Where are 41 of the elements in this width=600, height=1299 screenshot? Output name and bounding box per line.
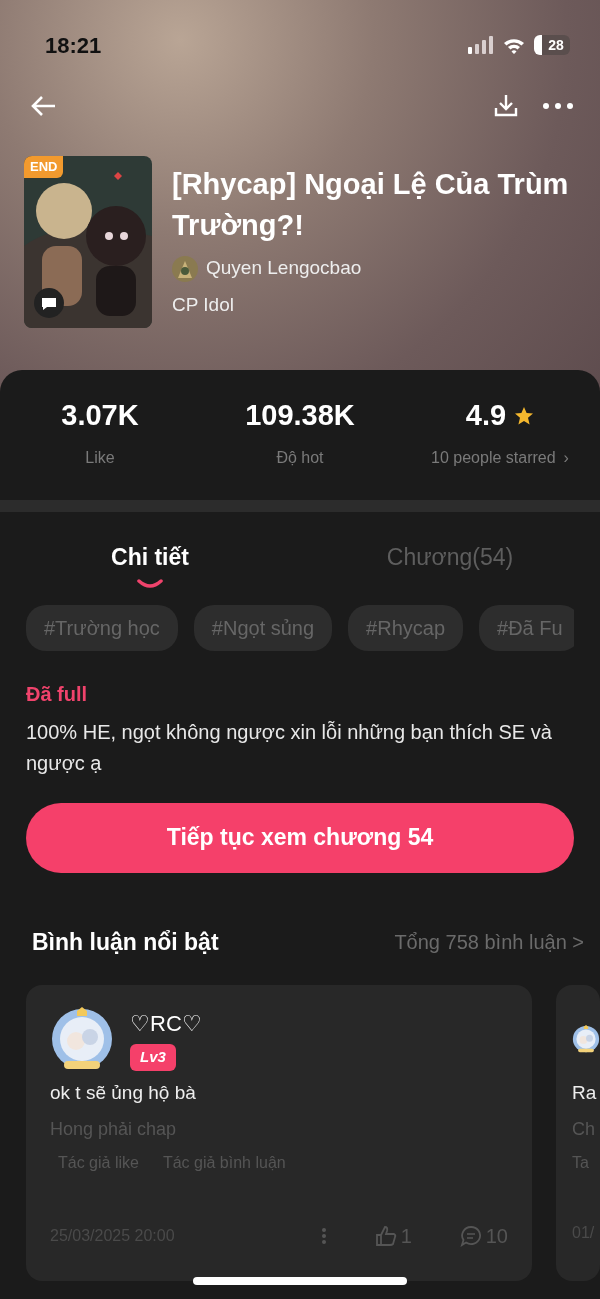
- all-comments-link[interactable]: Tổng 758 bình luận >: [394, 926, 584, 957]
- stat-value: 109.38K: [245, 398, 355, 433]
- comment-text: ok t sẽ ủng hộ bà: [50, 1082, 196, 1103]
- user-name[interactable]: ♡RC♡: [130, 1007, 202, 1040]
- tab[interactable]: Chi tiết: [111, 536, 189, 589]
- status-label: Đã full: [26, 681, 89, 707]
- tag-chip[interactable]: #Ngọt sủng: [193, 604, 333, 651]
- category-label[interactable]: CP Idol: [172, 290, 576, 320]
- book-title: [Rhycap] Ngoại Lệ Của Trùm Trường?!: [172, 167, 570, 244]
- chat-icon: [34, 288, 64, 318]
- wifi-icon: [502, 36, 526, 54]
- stat-label: Like: [85, 447, 115, 468]
- stat-value: 3.07K: [61, 398, 139, 433]
- tag-chip[interactable]: #Đã Fu: [479, 604, 574, 651]
- end-badge: END: [24, 156, 64, 178]
- speech-bubble-icon: [459, 1224, 482, 1247]
- tag-chip[interactable]: #Trường học: [26, 604, 178, 651]
- continue-button[interactable]: Tiếp tục xem chương 54: [26, 802, 574, 873]
- tag-chip[interactable]: #Rhycap: [348, 604, 464, 651]
- download-icon: [494, 93, 518, 118]
- chevron-icon[interactable]: ›: [563, 445, 569, 470]
- star-icon: [514, 405, 535, 426]
- thumbs-up-icon: [374, 1224, 397, 1247]
- more-icon: [542, 101, 574, 110]
- battery-indicator: 28: [534, 35, 570, 55]
- download-button[interactable]: [494, 92, 518, 118]
- signal-icon: [468, 36, 494, 54]
- stat-label[interactable]: 10 people starred: [431, 445, 556, 470]
- stat-value: 4.9: [465, 398, 507, 433]
- tab-indicator: [137, 578, 163, 589]
- section-title: Bình luận nổi bật: [32, 927, 219, 957]
- status-time: 18:21: [45, 31, 102, 60]
- tab[interactable]: Chương(54): [386, 536, 514, 589]
- back-icon: [30, 94, 56, 117]
- stat-label: Độ hot: [276, 447, 324, 468]
- description-text: 100% HE, ngọt không ngược xin lỗi những bạn thích SE và ngược ạ: [26, 719, 553, 776]
- level-badge: Lv3: [130, 1044, 176, 1071]
- back-button[interactable]: [30, 93, 56, 117]
- more-icon: [320, 1226, 327, 1245]
- comment-text: Ra: [572, 1081, 597, 1105]
- author-name[interactable]: Quyen Lengocbao: [206, 254, 362, 283]
